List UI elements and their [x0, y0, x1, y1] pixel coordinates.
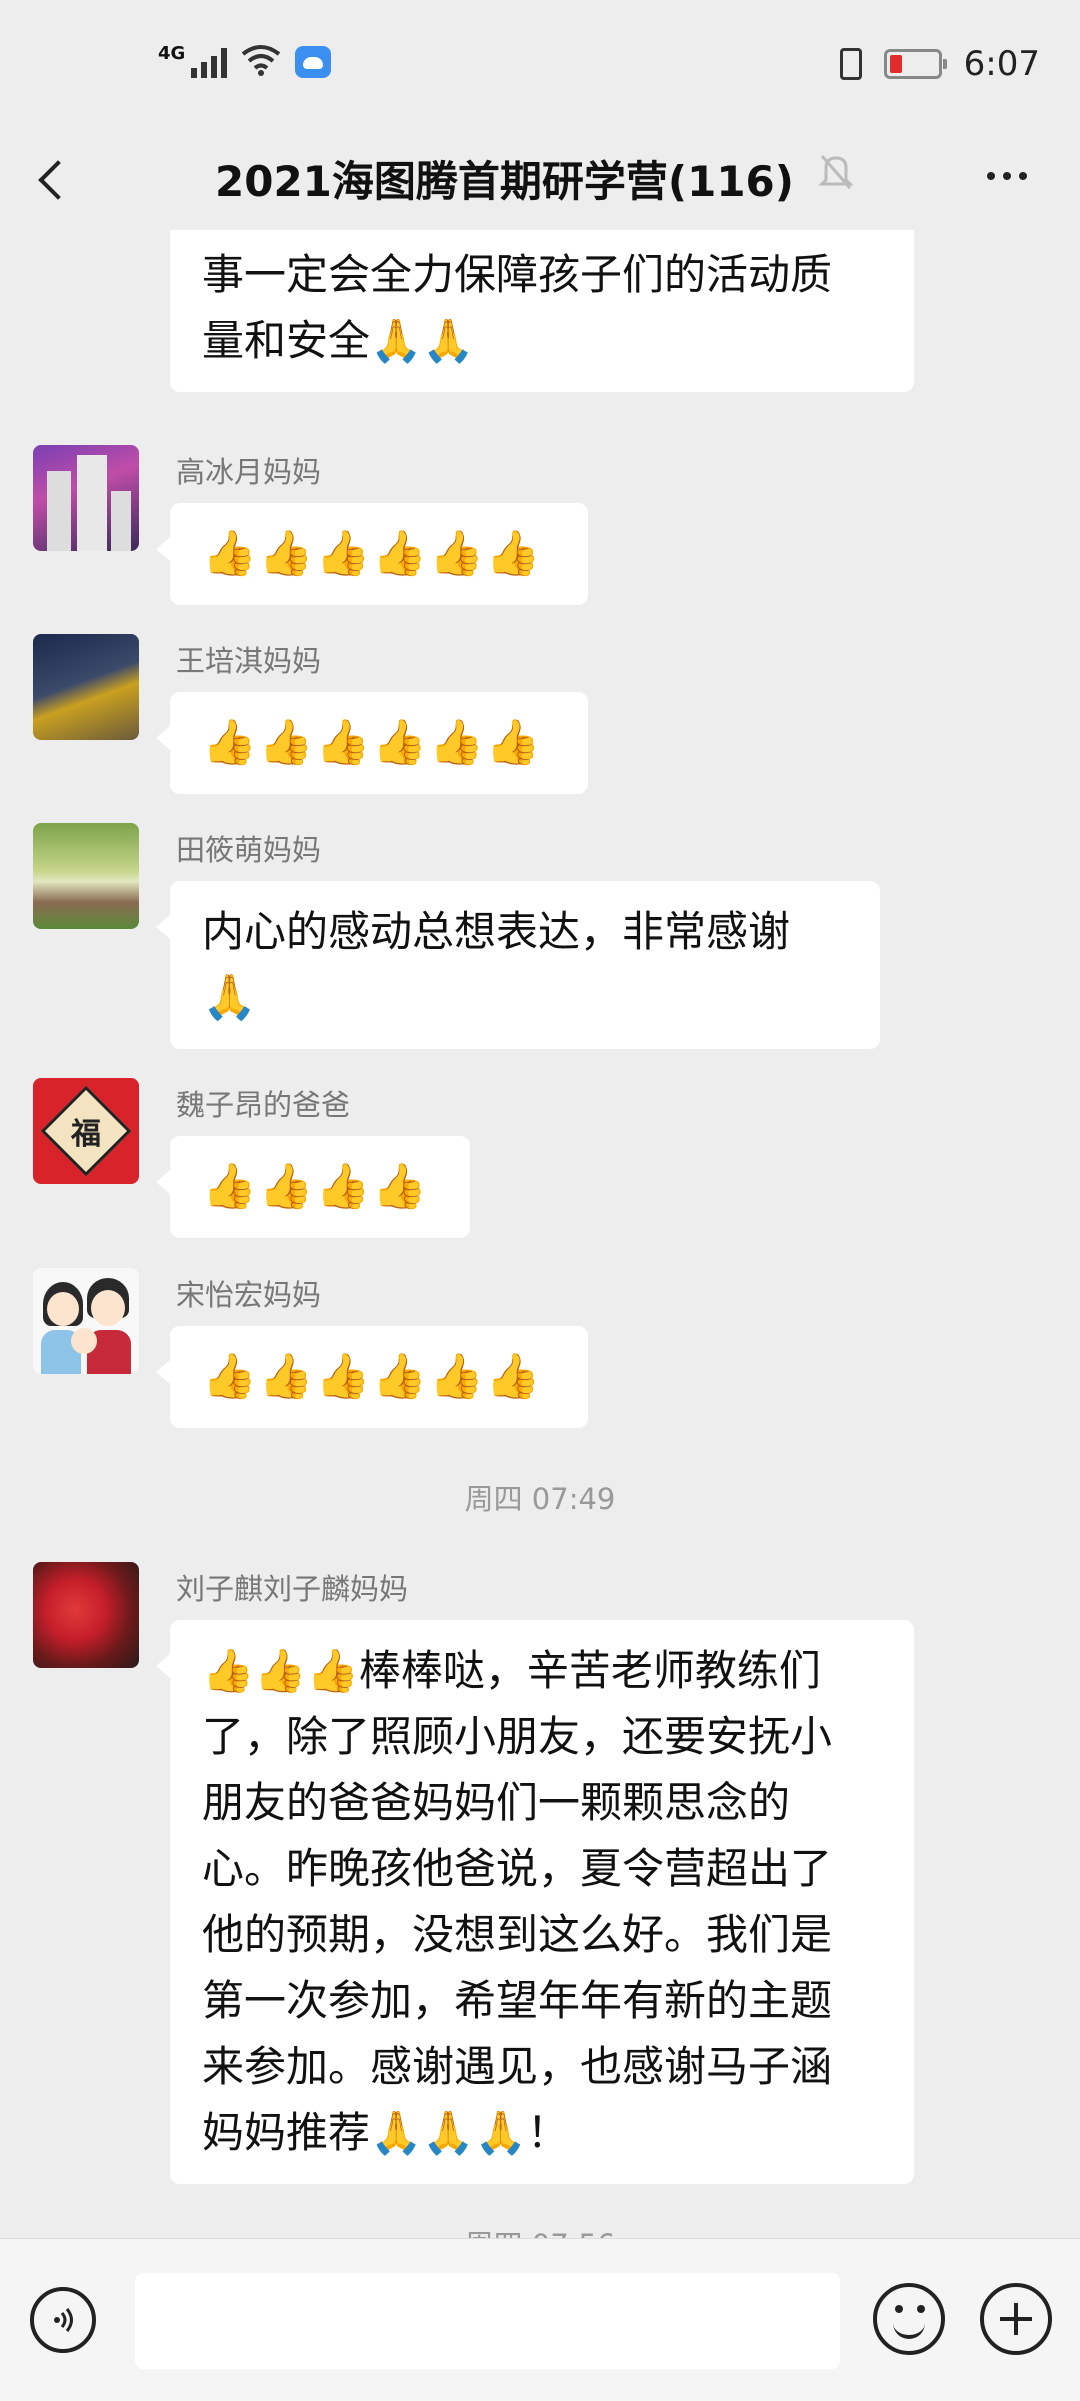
sender-name: 魏子昂的爸爸 [176, 1088, 351, 1122]
battery-icon [883, 49, 947, 79]
message-line: 内心的感动总想表达，非常感谢 [202, 907, 791, 956]
sender-name: 王培淇妈妈 [176, 644, 322, 678]
message-bubble[interactable]: 事一定会全力保障孩子们的活动质 量和安全🙏🙏 [170, 230, 914, 392]
emoji-button[interactable] [873, 2283, 945, 2355]
chat-header: 2021海图腾首期研学营(116) [0, 130, 1080, 230]
status-time: 6:07 [963, 44, 1040, 84]
message-bubble[interactable]: 👍👍👍👍👍👍 [156, 692, 588, 794]
sender-name: 高冰月妈妈 [176, 455, 322, 489]
message-line: 👍👍👍棒棒哒，辛苦老师教练们 [202, 1646, 821, 1695]
message-line: 妈妈推荐🙏🙏🙏！ [202, 2108, 569, 2157]
message-line: 第一次参加，希望年年有新的主题 [202, 1976, 833, 2025]
message-line: 心。昨晚孩他爸说，夏令营超出了 [202, 1844, 833, 1893]
avatar[interactable] [33, 634, 139, 740]
fu-character: 福 [71, 1117, 101, 1152]
message-bubble[interactable]: 👍👍👍👍 [156, 1136, 470, 1238]
message-line: 朋友的爸爸妈妈们一颗颗思念的 [202, 1778, 791, 1827]
avatar[interactable] [33, 823, 139, 929]
vibrate-icon [839, 48, 862, 80]
message-line: 了，除了照顾小朋友，还要安抚小 [202, 1712, 833, 1761]
sender-name: 刘子麒刘子麟妈妈 [176, 1572, 409, 1606]
wifi-icon [241, 44, 281, 80]
message-line: 量和安全🙏🙏 [202, 316, 475, 365]
timestamp: 周四 07:49 [464, 1482, 616, 1516]
timestamp: 周四 07:56 [0, 2222, 1080, 2238]
message-bubble[interactable]: 👍👍👍👍👍👍 [156, 1326, 588, 1428]
message-line: 来参加。感谢遇见，也感谢马子涵 [202, 2042, 833, 2091]
avatar[interactable] [33, 1562, 139, 1668]
sender-name: 宋怡宏妈妈 [176, 1278, 322, 1312]
message-line: 他的预期，没想到这么好。我们是 [202, 1910, 833, 1959]
avatar[interactable] [33, 1268, 139, 1374]
message-line: 👍👍👍👍👍👍 [202, 528, 543, 579]
message-bubble[interactable]: 内心的感动总想表达，非常感谢 🙏 [156, 881, 880, 1049]
status-right: 6:07 [839, 44, 1040, 84]
message-line: 👍👍👍👍👍👍 [202, 717, 543, 768]
bell-off-icon [818, 152, 858, 202]
message-bubble[interactable]: 👍👍👍👍👍👍 [156, 503, 588, 605]
message-input[interactable] [135, 2273, 840, 2369]
chat-title[interactable]: 2021海图腾首期研学营(116) [215, 148, 794, 209]
message-bubble[interactable]: 👍👍👍棒棒哒，辛苦老师教练们 了，除了照顾小朋友，还要安抚小 朋友的爸爸妈妈们一… [156, 1620, 914, 2184]
back-button[interactable] [30, 152, 80, 208]
network-type: 4G [158, 43, 186, 64]
message-line: 🙏 [202, 972, 259, 1023]
avatar[interactable]: 福 [33, 1078, 139, 1184]
voice-icon [54, 2308, 73, 2332]
plus-button[interactable] [980, 2283, 1052, 2355]
input-bar [0, 2238, 1080, 2401]
message-line: 👍👍👍👍 [202, 1161, 430, 1212]
voice-button[interactable] [30, 2287, 96, 2353]
status-left: 4G [158, 43, 332, 80]
chat-list[interactable]: 事一定会全力保障孩子们的活动质 量和安全🙏🙏 高冰月妈妈 👍👍👍👍👍👍 王培淇妈… [0, 230, 1080, 2238]
sender-name: 田筱萌妈妈 [176, 833, 322, 867]
status-bar: 4G 6:07 [0, 0, 1080, 130]
avatar[interactable] [33, 445, 139, 551]
more-button[interactable] [972, 156, 1042, 196]
message-line: 👍👍👍👍👍👍 [202, 1351, 543, 1402]
signal-icon [191, 46, 228, 78]
message-line: 事一定会全力保障孩子们的活动质 [202, 250, 833, 299]
cloud-icon [295, 46, 332, 78]
